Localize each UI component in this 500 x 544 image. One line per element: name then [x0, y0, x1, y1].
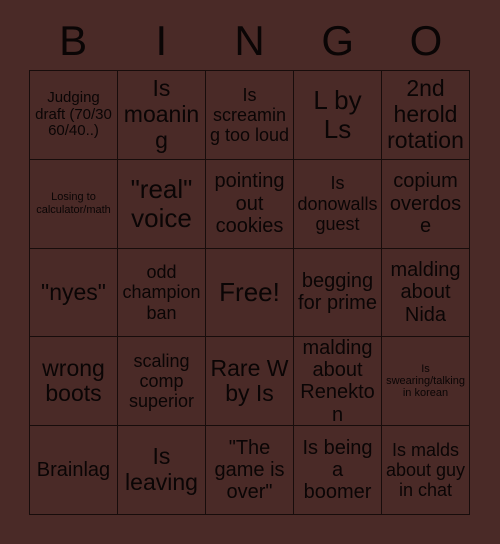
bingo-header-letter-n: N: [234, 17, 265, 64]
bingo-cell-r2-c1[interactable]: Losing to calculator/math: [30, 159, 118, 249]
bingo-cell-label: Is swearing/talking in korean: [386, 362, 465, 400]
bingo-cell-label: begging for prime: [298, 270, 377, 315]
bingo-cell-label: "nyes": [41, 278, 106, 305]
bingo-grid: Judging draft (70/30 60/40..) Is moaning I…: [29, 70, 470, 515]
bingo-header-letter-i: I: [155, 17, 168, 64]
bingo-cell-label: copium overdose: [389, 170, 462, 237]
bingo-cell-label: "real" voice: [130, 173, 193, 233]
bingo-cell-label: Rare W by Is: [210, 354, 289, 407]
bingo-cell-label: Free!: [219, 276, 280, 307]
bingo-cell-r5-c2[interactable]: Is leaving: [118, 426, 206, 515]
bingo-cell-label: "The game is over": [214, 436, 285, 504]
bingo-cell-label: scaling comp superior: [128, 351, 195, 412]
bingo-cell-r1-c1[interactable]: Judging draft (70/30 60/40..): [30, 71, 118, 160]
bingo-cell-r4-c5[interactable]: Is swearing/talking in korean: [382, 337, 470, 427]
bingo-cell-r3-c5[interactable]: malding about Nida: [382, 248, 470, 338]
bingo-header-letter-b: B: [59, 17, 88, 64]
bingo-cell-label: Is malds about guy in chat: [385, 439, 466, 501]
bingo-cell-r5-c5[interactable]: Is malds about guy in chat: [382, 426, 470, 515]
bingo-cell-r2-c5[interactable]: copium overdose: [382, 159, 470, 249]
bingo-cell-r4-c4[interactable]: malding about Renekton: [294, 337, 382, 427]
bingo-cell-label: 2nd herold rotation: [387, 75, 464, 153]
bingo-cell-r3-c3[interactable]: Free!: [206, 248, 294, 338]
bingo-cell-r3-c1[interactable]: "nyes": [30, 248, 118, 338]
bingo-cell-r4-c3[interactable]: Rare W by Is: [206, 337, 294, 427]
bingo-cell-label: L by Ls: [313, 84, 362, 144]
bingo-cell-label: Is leaving: [125, 443, 198, 496]
bingo-cell-r5-c3[interactable]: "The game is over": [206, 426, 294, 515]
bingo-cell-label: Brainlag: [36, 458, 111, 481]
bingo-cell-label: Is moaning: [123, 75, 200, 153]
bingo-cell-label: wrong boots: [42, 354, 105, 407]
bingo-cell-label: Is screaming too loud: [209, 84, 290, 145]
bingo-cell-r4-c1[interactable]: wrong boots: [30, 337, 118, 427]
bingo-header-letter-g: G: [321, 17, 355, 64]
bingo-cell-r3-c4[interactable]: begging for prime: [294, 248, 382, 338]
bingo-cell-label: odd champion ban: [122, 262, 201, 323]
bingo-cell-r1-c4[interactable]: L by Ls: [294, 71, 382, 160]
bingo-cell-label: Is being a boomer: [302, 436, 373, 504]
bingo-cell-label: Losing to calculator/math: [36, 191, 111, 216]
bingo-cell-label: Judging draft (70/30 60/40..): [35, 88, 112, 140]
bingo-header-letter-o: O: [409, 17, 443, 64]
bingo-cell-label: Is donowalls guest: [297, 173, 378, 234]
bingo-cell-r1-c3[interactable]: Is screaming too loud: [206, 71, 294, 160]
bingo-cell-r2-c4[interactable]: Is donowalls guest: [294, 159, 382, 249]
bingo-cell-r4-c2[interactable]: scaling comp superior: [118, 337, 206, 427]
bingo-cell-r2-c2[interactable]: "real" voice: [118, 159, 206, 249]
bingo-cell-label: malding about Renekton: [300, 337, 375, 426]
bingo-cell-label: malding about Nida: [390, 258, 461, 326]
bingo-cell-r3-c2[interactable]: odd champion ban: [118, 248, 206, 338]
bingo-card: B I N G O Judging draft (70/30 60/40..) I…: [0, 0, 500, 544]
bingo-cell-r5-c4[interactable]: Is being a boomer: [294, 426, 382, 515]
bingo-cell-r5-c1[interactable]: Brainlag: [30, 426, 118, 515]
bingo-cell-r2-c3[interactable]: pointing out cookies: [206, 159, 294, 249]
bingo-cell-r1-c2[interactable]: Is moaning: [118, 71, 206, 160]
bingo-cell-label: pointing out cookies: [214, 170, 285, 237]
bingo-cell-r1-c5[interactable]: 2nd herold rotation: [382, 71, 470, 160]
bingo-header: B I N G O: [29, 12, 470, 70]
